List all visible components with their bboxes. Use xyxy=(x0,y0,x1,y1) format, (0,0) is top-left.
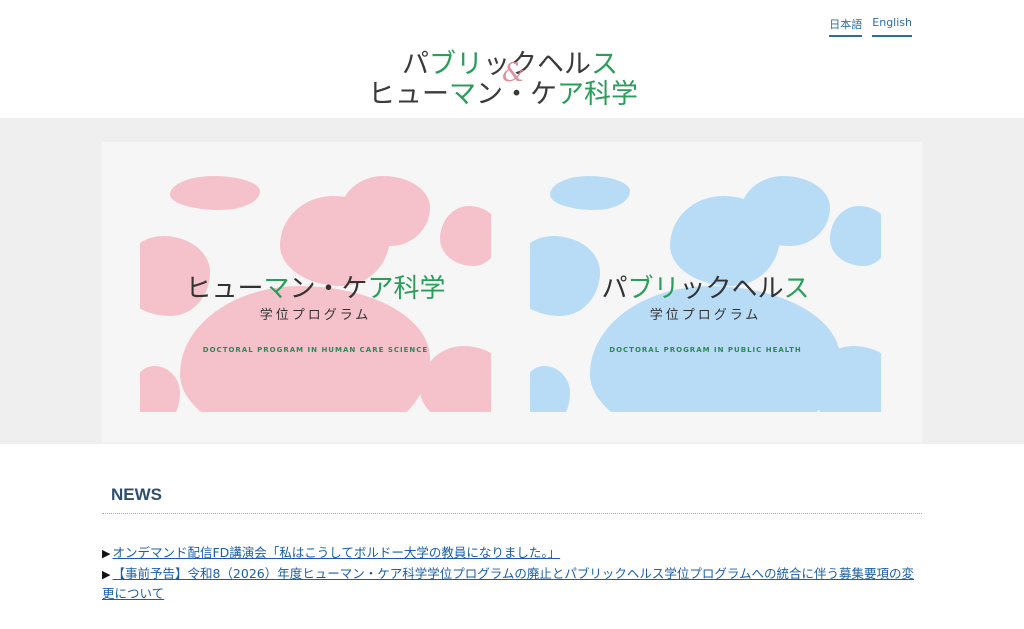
triangle-bullet-icon: ▶ xyxy=(102,547,111,560)
news-heading: NEWS xyxy=(111,485,162,504)
pink-blob xyxy=(140,366,180,412)
blue-blob xyxy=(550,176,630,210)
lang-english-link[interactable]: English xyxy=(872,16,912,37)
blue-blob xyxy=(530,366,570,412)
site-logo[interactable]: パブリックヘルス & ヒューマン・ケア科学 xyxy=(368,42,658,110)
news-divider xyxy=(102,513,922,514)
lang-japanese-link[interactable]: 日本語 xyxy=(829,16,863,37)
triangle-bullet-icon: ▶ xyxy=(102,568,111,581)
logo-line-human-care: ヒューマン・ケア科学 xyxy=(368,72,638,111)
pink-blob xyxy=(420,346,491,412)
logo-text: ン・ケ xyxy=(476,79,557,110)
card-title-text: ックヘル xyxy=(679,274,784,304)
site-header: 日本語 English パブリックヘルス & ヒューマン・ケア科学 xyxy=(0,0,1024,118)
card-subtitle: 学位プログラム xyxy=(649,308,762,323)
card-title-text: マ xyxy=(263,274,290,304)
blue-blob xyxy=(740,176,830,246)
public-health-program-card[interactable]: パブリックヘルス 学位プログラム DOCTORAL PROGRAM IN PUB… xyxy=(530,176,881,412)
pink-blob xyxy=(340,176,430,246)
card-title-text: パ xyxy=(601,274,628,304)
blue-blob xyxy=(830,206,881,266)
news-list: ▶ オンデマンド配信FD講演会「私はこうしてボルドー大学の教員になりました。」 ▶… xyxy=(102,543,922,604)
program-banner-band: ヒューマン・ケア科学 学位プログラム DOCTORAL PROGRAM IN H… xyxy=(0,118,1024,444)
card-title-text: ブ xyxy=(627,274,654,304)
language-switcher: 日本語 English xyxy=(829,16,912,37)
card-title-text: ン・ケ xyxy=(289,274,368,304)
logo-text: ヒュー xyxy=(368,79,449,110)
news-link[interactable]: 【事前予告】令和8（2026）年度ヒューマン・ケア科学学位プログラムの廃止とパブ… xyxy=(102,566,914,601)
logo-text: 科学 xyxy=(584,79,638,110)
card-english-title: DOCTORAL PROGRAM IN PUBLIC HEALTH xyxy=(609,346,802,354)
card-title-text: ア xyxy=(367,274,394,304)
logo-text: ア xyxy=(557,79,584,110)
human-care-program-card[interactable]: ヒューマン・ケア科学 学位プログラム DOCTORAL PROGRAM IN H… xyxy=(140,176,491,412)
news-item: ▶ 【事前予告】令和8（2026）年度ヒューマン・ケア科学学位プログラムの廃止とパ… xyxy=(102,564,922,603)
card-title-text: ス xyxy=(783,274,810,304)
card-title: ヒューマン・ケア科学 xyxy=(140,268,491,305)
card-title-text: 科学 xyxy=(393,274,446,304)
news-item: ▶ オンデマンド配信FD講演会「私はこうしてボルドー大学の教員になりました。」 xyxy=(102,543,922,563)
logo-text: マ xyxy=(449,79,476,110)
program-banner-container: ヒューマン・ケア科学 学位プログラム DOCTORAL PROGRAM IN H… xyxy=(102,142,922,442)
news-link[interactable]: オンデマンド配信FD講演会「私はこうしてボルドー大学の教員になりました。」 xyxy=(112,545,560,560)
pink-blob xyxy=(440,206,491,266)
card-title-text: ヒュー xyxy=(185,274,264,304)
card-english-title: DOCTORAL PROGRAM IN HUMAN CARE SCIENCE xyxy=(202,346,429,354)
pink-blob xyxy=(170,176,260,210)
card-subtitle: 学位プログラム xyxy=(259,308,372,323)
card-title-text: リ xyxy=(653,274,680,304)
card-title: パブリックヘルス xyxy=(530,268,881,305)
